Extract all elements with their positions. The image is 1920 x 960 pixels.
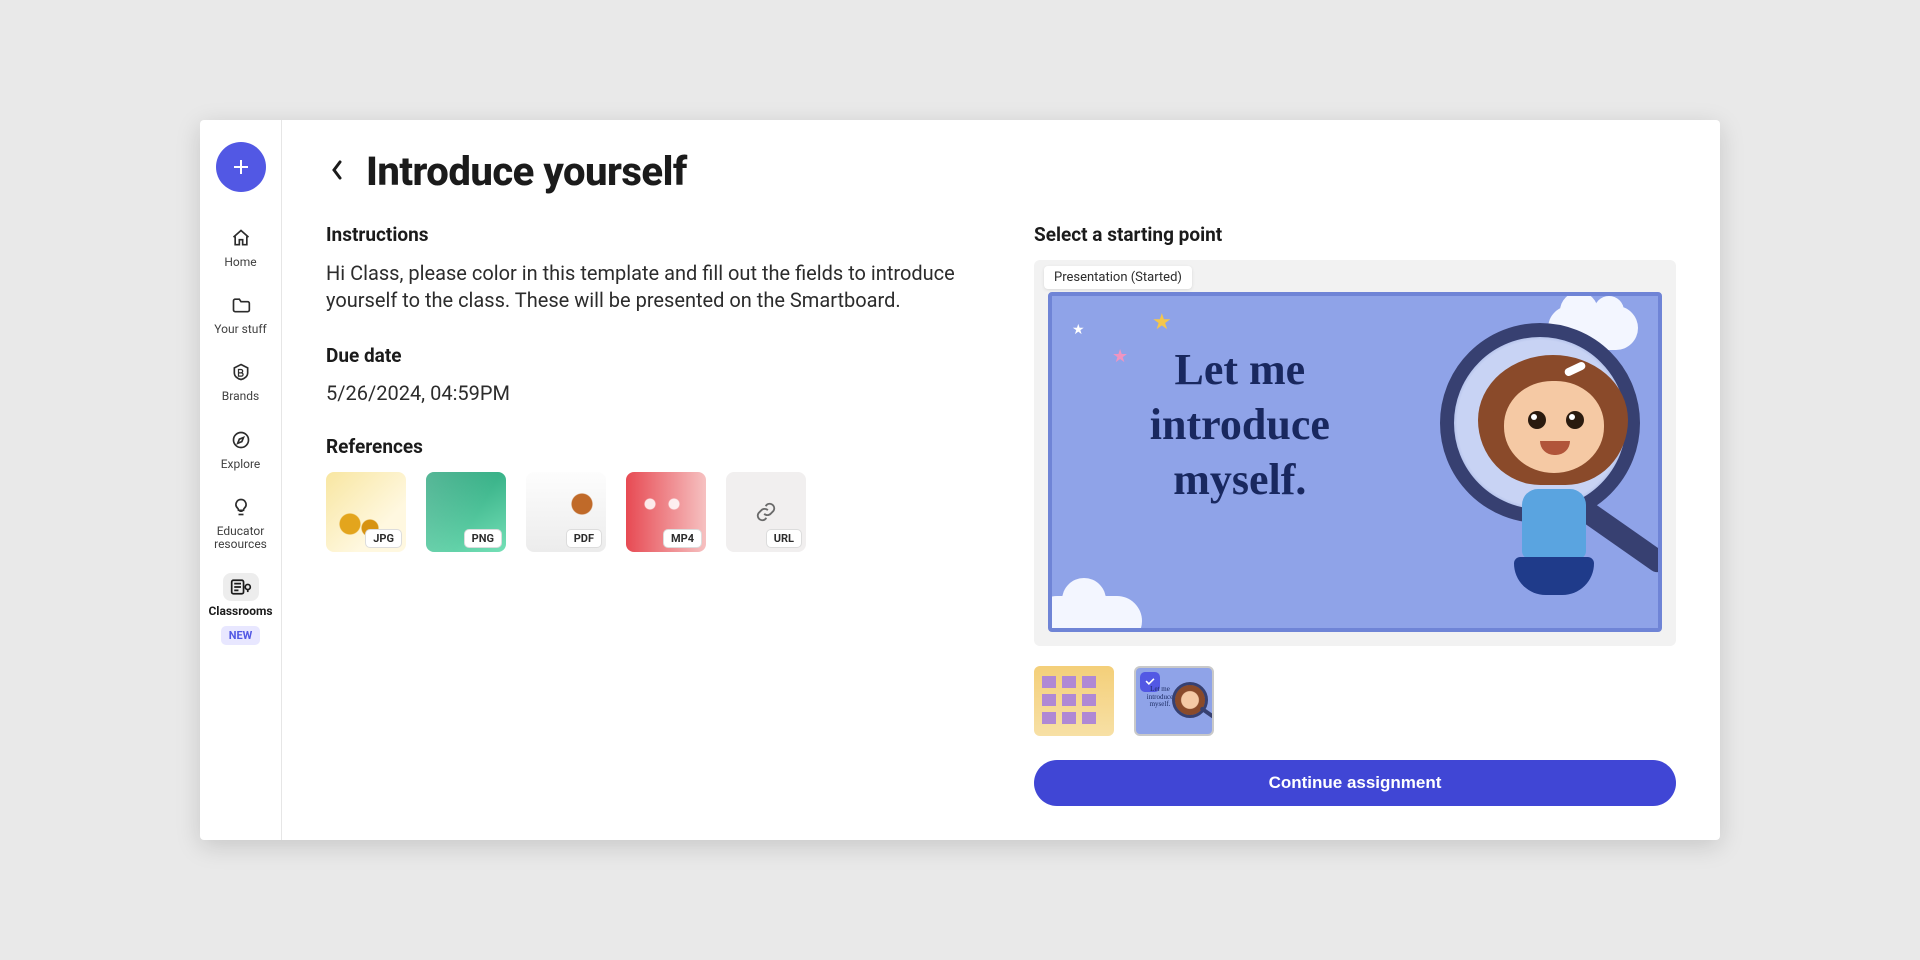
right-column: Select a starting point Presentation (St… xyxy=(1034,223,1676,812)
due-date-label: Due date xyxy=(326,344,974,367)
sidebar-item-home[interactable]: Home xyxy=(200,214,281,277)
classroom-icon xyxy=(223,573,259,601)
starting-point-card[interactable]: Presentation (Started) ★ ★ ★ Let me intr… xyxy=(1034,260,1676,646)
slide-preview: ★ ★ ★ Let me introduce myself. xyxy=(1048,292,1662,632)
sidebar-item-brands[interactable]: Brands xyxy=(200,348,281,411)
starting-point-thumbnails: Let me introduce myself. xyxy=(1034,666,1676,736)
sidebar-item-label: Home xyxy=(224,256,256,269)
main-content: Introduce yourself Instructions Hi Class… xyxy=(282,120,1720,840)
template-thumbnail-backpack[interactable] xyxy=(1034,666,1114,736)
sidebar-item-your-stuff[interactable]: Your stuff xyxy=(200,281,281,344)
chevron-left-icon xyxy=(330,160,344,180)
new-badge: NEW xyxy=(221,626,261,645)
template-thumbnail-introduce[interactable]: Let me introduce myself. xyxy=(1134,666,1214,736)
sidebar-item-label: Educator resources xyxy=(200,525,281,551)
folder-icon xyxy=(223,291,259,319)
slide-main-text: Let me introduce myself. xyxy=(1094,342,1385,507)
references-row: JPG PNG PDF MP4 URL xyxy=(326,472,974,552)
instructions-label: Instructions xyxy=(326,223,974,246)
cloud-decoration-icon xyxy=(1048,596,1142,632)
presentation-status-tag: Presentation (Started) xyxy=(1044,266,1192,289)
reference-type-badge: PNG xyxy=(464,529,502,548)
left-column: Instructions Hi Class, please color in t… xyxy=(326,223,974,812)
magnifying-glass-icon xyxy=(1440,323,1640,523)
brand-icon xyxy=(223,358,259,386)
reference-type-badge: JPG xyxy=(365,529,402,548)
star-decoration-icon: ★ xyxy=(1152,310,1172,335)
columns: Instructions Hi Class, please color in t… xyxy=(326,223,1676,812)
reference-mp4[interactable]: MP4 xyxy=(626,472,706,552)
sidebar-item-label: Explore xyxy=(221,458,261,471)
star-decoration-icon: ★ xyxy=(1072,322,1085,338)
title-row: Introduce yourself xyxy=(326,148,1676,195)
back-button[interactable] xyxy=(326,156,348,188)
reference-pdf[interactable]: PDF xyxy=(526,472,606,552)
link-icon xyxy=(755,501,777,523)
mini-magnifier-icon xyxy=(1172,682,1208,718)
sidebar-item-educator-resources[interactable]: Educator resources xyxy=(200,483,281,559)
page-title: Introduce yourself xyxy=(366,148,687,195)
sidebar-item-explore[interactable]: Explore xyxy=(200,416,281,479)
girl-illustration-icon xyxy=(1454,337,1626,509)
reference-jpg[interactable]: JPG xyxy=(326,472,406,552)
plus-icon xyxy=(231,157,251,177)
starting-point-label: Select a starting point xyxy=(1034,223,1676,246)
reference-type-badge: PDF xyxy=(566,529,602,548)
app-window: Home Your stuff Brands Explore Educator xyxy=(200,120,1720,840)
reference-url[interactable]: URL xyxy=(726,472,806,552)
reference-png[interactable]: PNG xyxy=(426,472,506,552)
sidebar-item-label: Classrooms xyxy=(208,605,272,618)
home-icon xyxy=(223,224,259,252)
sidebar-item-classrooms[interactable]: Classrooms NEW xyxy=(200,563,281,653)
compass-icon xyxy=(223,426,259,454)
reference-type-badge: MP4 xyxy=(663,529,702,548)
reference-type-badge: URL xyxy=(766,529,802,548)
create-button[interactable] xyxy=(216,142,266,192)
due-date-value: 5/26/2024, 04:59PM xyxy=(326,381,974,405)
sidebar: Home Your stuff Brands Explore Educator xyxy=(200,120,282,840)
sidebar-item-label: Brands xyxy=(222,390,259,403)
instructions-text: Hi Class, please color in this template … xyxy=(326,260,974,314)
lightbulb-icon xyxy=(223,493,259,521)
references-label: References xyxy=(326,435,974,458)
continue-assignment-button[interactable]: Continue assignment xyxy=(1034,760,1676,806)
sidebar-item-label: Your stuff xyxy=(214,323,266,336)
